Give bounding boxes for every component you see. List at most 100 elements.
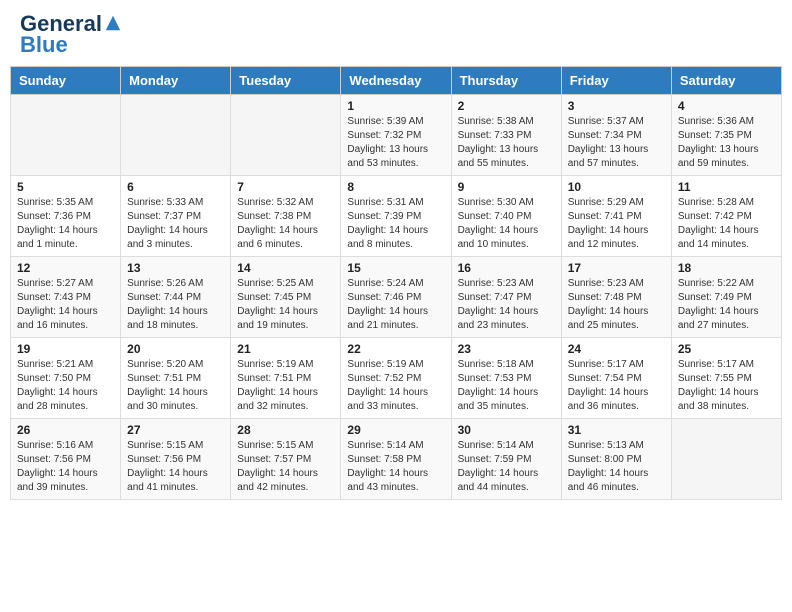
day-info: Sunrise: 5:15 AMSunset: 7:56 PMDaylight:… — [127, 439, 224, 495]
day-info: Sunrise: 5:35 AMSunset: 7:36 PMDaylight:… — [17, 196, 114, 252]
day-number: 29 — [347, 423, 444, 437]
calendar-cell: 8 Sunrise: 5:31 AMSunset: 7:39 PMDaylight… — [341, 176, 451, 257]
day-info: Sunrise: 5:36 AMSunset: 7:35 PMDaylight:… — [678, 115, 775, 171]
calendar-cell: 6Sunrise: 5:33 AMSunset: 7:37 PMDaylight… — [121, 176, 231, 257]
day-number: 30 — [458, 423, 555, 437]
day-number: 26 — [17, 423, 114, 437]
day-info: Sunrise: 5:22 AMSunset: 7:49 PMDaylight:… — [678, 277, 775, 333]
day-info: Sunrise: 5:23 AMSunset: 7:47 PMDaylight:… — [458, 277, 555, 333]
calendar-cell: 25 Sunrise: 5:17 AMSunset: 7:55 PMDayligh… — [671, 338, 781, 419]
calendar-week-row: 12Sunrise: 5:27 AMSunset: 7:43 PMDayligh… — [11, 257, 782, 338]
day-number: 18 — [678, 261, 775, 275]
day-number: 16 — [458, 261, 555, 275]
day-info: Sunrise: 5:37 AMSunset: 7:34 PMDaylight:… — [568, 115, 665, 171]
day-info: Sunrise: 5:31 AMSunset: 7:39 PMDaylight:… — [347, 196, 444, 252]
day-info: Sunrise: 5:28 AMSunset: 7:42 PMDaylight:… — [678, 196, 775, 252]
calendar-cell — [11, 95, 121, 176]
calendar-cell: 21 Sunrise: 5:19 AMSunset: 7:51 PMDayligh… — [231, 338, 341, 419]
day-info: Sunrise: 5:20 AMSunset: 7:51 PMDaylight:… — [127, 358, 224, 414]
calendar-week-row: 26 Sunrise: 5:16 AMSunset: 7:56 PMDayligh… — [11, 419, 782, 500]
day-info: Sunrise: 5:15 AMSunset: 7:57 PMDaylight:… — [237, 439, 334, 495]
day-number: 25 — [678, 342, 775, 356]
page-header: General Blue — [0, 0, 792, 66]
day-number: 11 — [678, 180, 775, 194]
calendar-cell: 16 Sunrise: 5:23 AMSunset: 7:47 PMDayligh… — [451, 257, 561, 338]
weekday-header-wednesday: Wednesday — [341, 67, 451, 95]
weekday-header-thursday: Thursday — [451, 67, 561, 95]
day-info: Sunrise: 5:14 AMSunset: 7:58 PMDaylight:… — [347, 439, 444, 495]
day-number: 27 — [127, 423, 224, 437]
day-number: 10 — [568, 180, 665, 194]
day-info: Sunrise: 5:19 AMSunset: 7:51 PMDaylight:… — [237, 358, 334, 414]
weekday-header-saturday: Saturday — [671, 67, 781, 95]
calendar-cell: 10 Sunrise: 5:29 AMSunset: 7:41 PMDayligh… — [561, 176, 671, 257]
calendar-cell: 7 Sunrise: 5:32 AMSunset: 7:38 PMDaylight… — [231, 176, 341, 257]
calendar-cell: 14 Sunrise: 5:25 AMSunset: 7:45 PMDayligh… — [231, 257, 341, 338]
day-number: 20 — [127, 342, 224, 356]
day-number: 8 — [347, 180, 444, 194]
day-number: 14 — [237, 261, 334, 275]
logo: General Blue — [20, 12, 122, 58]
day-number: 1 — [347, 99, 444, 113]
calendar-cell: 15 Sunrise: 5:24 AMSunset: 7:46 PMDayligh… — [341, 257, 451, 338]
calendar-cell: 3Sunrise: 5:37 AMSunset: 7:34 PMDaylight… — [561, 95, 671, 176]
calendar-cell: 11 Sunrise: 5:28 AMSunset: 7:42 PMDayligh… — [671, 176, 781, 257]
logo-icon — [104, 14, 122, 32]
weekday-header-row: SundayMondayTuesdayWednesdayThursdayFrid… — [11, 67, 782, 95]
day-info: Sunrise: 5:14 AMSunset: 7:59 PMDaylight:… — [458, 439, 555, 495]
day-info: Sunrise: 5:30 AMSunset: 7:40 PMDaylight:… — [458, 196, 555, 252]
day-number: 21 — [237, 342, 334, 356]
day-info: Sunrise: 5:32 AMSunset: 7:38 PMDaylight:… — [237, 196, 334, 252]
day-info: Sunrise: 5:17 AMSunset: 7:55 PMDaylight:… — [678, 358, 775, 414]
calendar-cell: 30 Sunrise: 5:14 AMSunset: 7:59 PMDayligh… — [451, 419, 561, 500]
calendar-cell: 13 Sunrise: 5:26 AMSunset: 7:44 PMDayligh… — [121, 257, 231, 338]
calendar-cell: 28Sunrise: 5:15 AMSunset: 7:57 PMDayligh… — [231, 419, 341, 500]
day-info: Sunrise: 5:13 AMSunset: 8:00 PMDaylight:… — [568, 439, 665, 495]
weekday-header-monday: Monday — [121, 67, 231, 95]
day-info: Sunrise: 5:18 AMSunset: 7:53 PMDaylight:… — [458, 358, 555, 414]
calendar-cell: 2 Sunrise: 5:38 AMSunset: 7:33 PMDaylight… — [451, 95, 561, 176]
day-info: Sunrise: 5:25 AMSunset: 7:45 PMDaylight:… — [237, 277, 334, 333]
day-number: 31 — [568, 423, 665, 437]
day-info: Sunrise: 5:26 AMSunset: 7:44 PMDaylight:… — [127, 277, 224, 333]
calendar-cell: 19 Sunrise: 5:21 AMSunset: 7:50 PMDayligh… — [11, 338, 121, 419]
day-info: Sunrise: 5:24 AMSunset: 7:46 PMDaylight:… — [347, 277, 444, 333]
day-number: 13 — [127, 261, 224, 275]
day-info: Sunrise: 5:38 AMSunset: 7:33 PMDaylight:… — [458, 115, 555, 171]
day-number: 7 — [237, 180, 334, 194]
day-number: 15 — [347, 261, 444, 275]
calendar-cell: 12Sunrise: 5:27 AMSunset: 7:43 PMDayligh… — [11, 257, 121, 338]
calendar-week-row: 1 Sunrise: 5:39 AMSunset: 7:32 PMDaylight… — [11, 95, 782, 176]
day-number: 4 — [678, 99, 775, 113]
calendar-cell — [231, 95, 341, 176]
day-number: 6 — [127, 180, 224, 194]
calendar-cell: 18 Sunrise: 5:22 AMSunset: 7:49 PMDayligh… — [671, 257, 781, 338]
calendar-cell: 1 Sunrise: 5:39 AMSunset: 7:32 PMDaylight… — [341, 95, 451, 176]
calendar-cell: 29 Sunrise: 5:14 AMSunset: 7:58 PMDayligh… — [341, 419, 451, 500]
calendar-cell: 26 Sunrise: 5:16 AMSunset: 7:56 PMDayligh… — [11, 419, 121, 500]
day-info: Sunrise: 5:39 AMSunset: 7:32 PMDaylight:… — [347, 115, 444, 171]
day-number: 2 — [458, 99, 555, 113]
day-info: Sunrise: 5:17 AMSunset: 7:54 PMDaylight:… — [568, 358, 665, 414]
calendar-cell: 5 Sunrise: 5:35 AMSunset: 7:36 PMDaylight… — [11, 176, 121, 257]
calendar-cell — [121, 95, 231, 176]
day-number: 9 — [458, 180, 555, 194]
day-number: 12 — [17, 261, 114, 275]
calendar-cell: 4 Sunrise: 5:36 AMSunset: 7:35 PMDaylight… — [671, 95, 781, 176]
calendar-cell: 17Sunrise: 5:23 AMSunset: 7:48 PMDayligh… — [561, 257, 671, 338]
day-number: 19 — [17, 342, 114, 356]
day-number: 5 — [17, 180, 114, 194]
day-info: Sunrise: 5:21 AMSunset: 7:50 PMDaylight:… — [17, 358, 114, 414]
calendar-cell: 31 Sunrise: 5:13 AMSunset: 8:00 PMDayligh… — [561, 419, 671, 500]
day-info: Sunrise: 5:29 AMSunset: 7:41 PMDaylight:… — [568, 196, 665, 252]
weekday-header-friday: Friday — [561, 67, 671, 95]
day-info: Sunrise: 5:23 AMSunset: 7:48 PMDaylight:… — [568, 277, 665, 333]
calendar-week-row: 19 Sunrise: 5:21 AMSunset: 7:50 PMDayligh… — [11, 338, 782, 419]
calendar-week-row: 5 Sunrise: 5:35 AMSunset: 7:36 PMDaylight… — [11, 176, 782, 257]
calendar-cell: 24 Sunrise: 5:17 AMSunset: 7:54 PMDayligh… — [561, 338, 671, 419]
day-info: Sunrise: 5:19 AMSunset: 7:52 PMDaylight:… — [347, 358, 444, 414]
calendar-cell: 20 Sunrise: 5:20 AMSunset: 7:51 PMDayligh… — [121, 338, 231, 419]
day-info: Sunrise: 5:16 AMSunset: 7:56 PMDaylight:… — [17, 439, 114, 495]
day-number: 23 — [458, 342, 555, 356]
day-number: 24 — [568, 342, 665, 356]
